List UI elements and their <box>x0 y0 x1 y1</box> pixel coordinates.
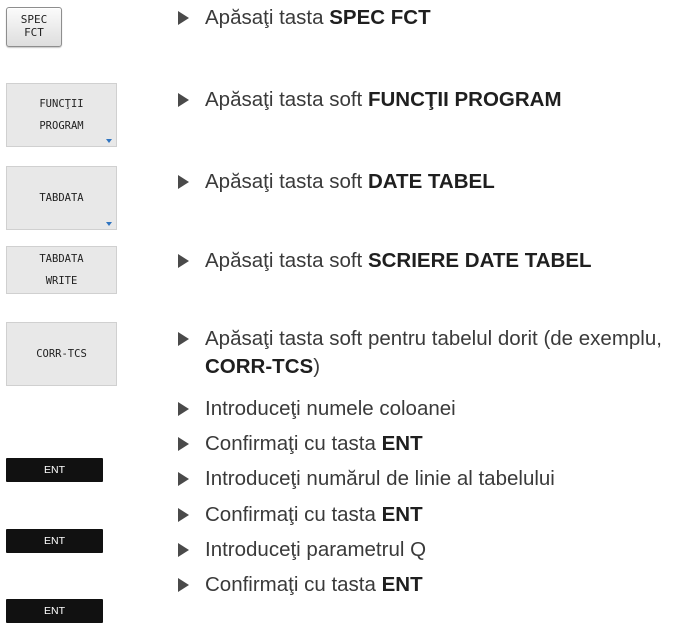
program-functions-softkey-line2: PROGRAM <box>39 119 84 132</box>
program-functions-softkey-line1: FUNCŢII <box>39 98 84 111</box>
bullet-triangle-icon <box>178 254 189 268</box>
bullet-triangle-icon <box>178 578 189 592</box>
step-item: Confirmaţi cu tasta ENT <box>178 501 683 529</box>
dropdown-arrow-icon <box>106 222 112 226</box>
step-item: Apăsaţi tasta soft FUNCŢII PROGRAM <box>178 86 683 114</box>
bullet-triangle-icon <box>178 402 189 416</box>
ent-key-label: ENT <box>44 604 65 617</box>
ent-key-label: ENT <box>44 534 65 547</box>
step-item: Introduceţi parametrul Q <box>178 536 683 564</box>
tabdata-write-softkey[interactable]: TABDATA WRITE <box>6 246 117 294</box>
spec-fct-key[interactable]: SPEC FCT <box>6 7 62 47</box>
step-text: Apăsaţi tasta soft DATE TABEL <box>205 170 495 193</box>
step-item: Apăsaţi tasta soft pentru tabelul dorit … <box>178 325 683 381</box>
step-item: Confirmaţi cu tasta ENT <box>178 430 683 458</box>
bullet-triangle-icon <box>178 543 189 557</box>
step-item: Apăsaţi tasta soft SCRIERE DATE TABEL <box>178 247 683 275</box>
step-text: Confirmaţi cu tasta ENT <box>205 432 423 455</box>
step-item: Apăsaţi tasta SPEC FCT <box>178 4 683 32</box>
tabdata-write-softkey-line2: WRITE <box>45 274 78 287</box>
bullet-triangle-icon <box>178 11 189 25</box>
step-item: Introduceţi numele coloanei <box>178 395 683 423</box>
step-item: Apăsaţi tasta soft DATE TABEL <box>178 168 683 196</box>
step-text: Introduceţi numele coloanei <box>205 397 456 420</box>
ent-key[interactable]: ENT <box>6 529 103 553</box>
spec-fct-key-line2: FCT <box>24 26 44 39</box>
step-item: Introduceţi numărul de linie al tabelulu… <box>178 465 683 493</box>
step-text: Apăsaţi tasta soft pentru tabelul dorit … <box>205 327 662 378</box>
program-functions-softkey[interactable]: FUNCŢII PROGRAM <box>6 83 117 147</box>
tabdata-softkey-label: TABDATA <box>39 191 84 204</box>
bullet-triangle-icon <box>178 175 189 189</box>
step-text: Confirmaţi cu tasta ENT <box>205 503 423 526</box>
dropdown-arrow-icon <box>106 139 112 143</box>
corr-tcs-softkey[interactable]: CORR-TCS <box>6 322 117 386</box>
ent-key-label: ENT <box>44 463 65 476</box>
corr-tcs-softkey-label: CORR-TCS <box>36 347 87 360</box>
tabdata-softkey[interactable]: TABDATA <box>6 166 117 230</box>
ent-key[interactable]: ENT <box>6 458 103 482</box>
step-text: Apăsaţi tasta soft SCRIERE DATE TABEL <box>205 249 592 272</box>
step-text: Apăsaţi tasta SPEC FCT <box>205 6 431 29</box>
bullet-triangle-icon <box>178 437 189 451</box>
ent-key[interactable]: ENT <box>6 599 103 623</box>
step-item: Confirmaţi cu tasta ENT <box>178 571 683 599</box>
step-text: Confirmaţi cu tasta ENT <box>205 573 423 596</box>
step-text: Introduceţi numărul de linie al tabelulu… <box>205 467 555 490</box>
bullet-triangle-icon <box>178 508 189 522</box>
step-text: Apăsaţi tasta soft FUNCŢII PROGRAM <box>205 88 562 111</box>
bullet-triangle-icon <box>178 472 189 486</box>
tabdata-write-softkey-line1: TABDATA <box>39 253 84 266</box>
bullet-triangle-icon <box>178 332 189 346</box>
bullet-triangle-icon <box>178 93 189 107</box>
step-text: Introduceţi parametrul Q <box>205 538 427 561</box>
